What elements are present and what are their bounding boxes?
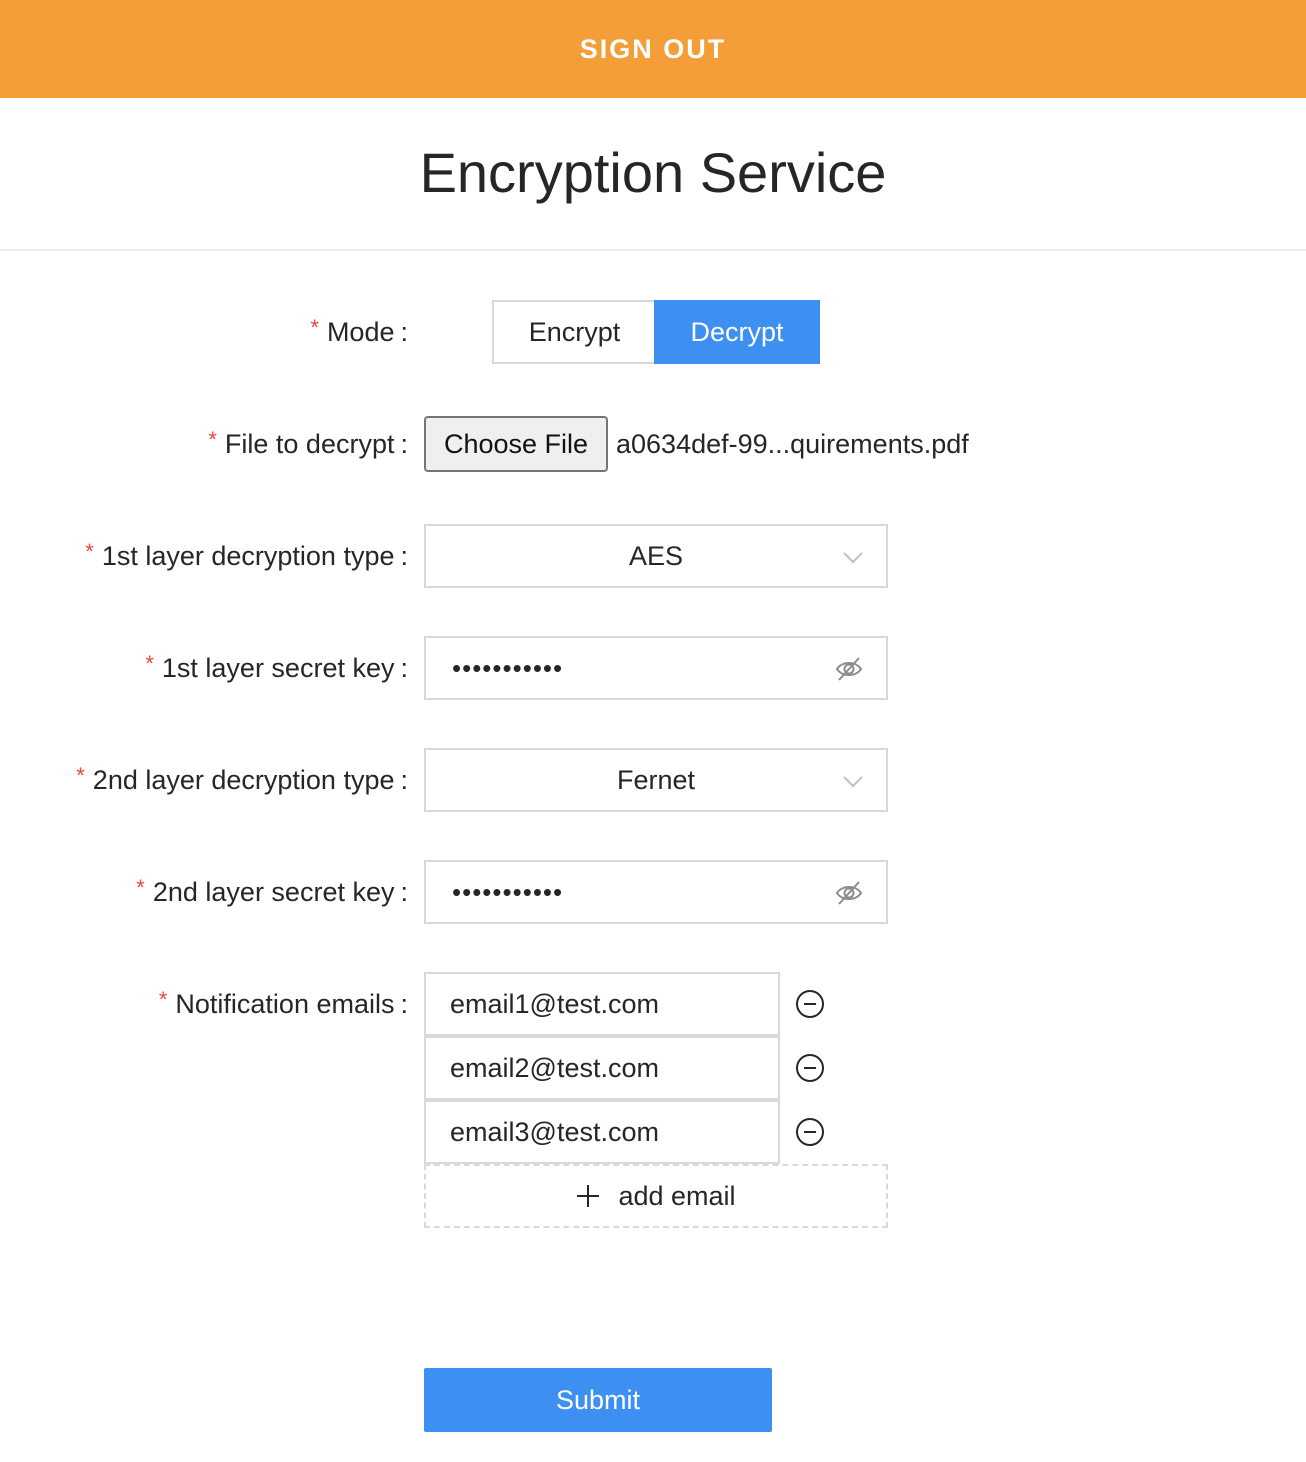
required-mark: * (76, 763, 85, 788)
colon: : (400, 876, 408, 907)
layer2-type-label-text: 2nd layer decryption type (92, 764, 395, 795)
layer1-type-value: AES (628, 540, 684, 571)
choose-file-button[interactable]: Choose File (424, 416, 608, 472)
colon: : (400, 316, 408, 347)
layer1-key-value: ••••••••••• (452, 652, 564, 683)
required-mark: * (208, 427, 217, 452)
layer2-key-label: * 2nd layer secret key : (136, 860, 408, 924)
colon: : (400, 764, 408, 795)
colon: : (400, 652, 408, 683)
sign-out-button[interactable]: SIGN OUT (580, 34, 727, 65)
layer1-type-label: * 1st layer decryption type : (85, 524, 408, 588)
plus-icon (577, 1185, 600, 1207)
required-mark: * (136, 875, 145, 900)
emails-label: * Notification emails : (159, 972, 408, 1036)
layer1-type-select[interactable]: AES (424, 524, 888, 588)
minus-circle-icon[interactable] (795, 1117, 825, 1147)
eye-invisible-icon[interactable] (834, 654, 864, 684)
layer1-key-label: * 1st layer secret key : (145, 636, 408, 700)
top-bar: SIGN OUT (0, 0, 1306, 98)
required-mark: * (85, 539, 94, 564)
email-input-1[interactable]: email1@test.com (424, 972, 780, 1036)
file-label: * File to decrypt : (208, 412, 408, 476)
colon: : (400, 988, 408, 1019)
chevron-down-icon (843, 776, 863, 788)
layer2-key-value: ••••••••••• (452, 876, 564, 907)
colon: : (400, 540, 408, 571)
add-email-button[interactable]: add email (424, 1164, 888, 1228)
email-input-3[interactable]: email3@test.com (424, 1100, 780, 1164)
colon: : (400, 428, 408, 459)
mode-decrypt-option[interactable]: Decrypt (654, 300, 820, 364)
chevron-down-icon (843, 552, 863, 564)
layer2-key-label-text: 2nd layer secret key (152, 876, 395, 907)
required-mark: * (158, 987, 168, 1012)
layer1-key-label-text: 1st layer secret key (161, 652, 395, 683)
mode-label: * Mode : (310, 300, 408, 364)
mode-encrypt-option[interactable]: Encrypt (492, 300, 655, 364)
layer1-key-input[interactable]: ••••••••••• (424, 636, 888, 700)
minus-circle-icon[interactable] (795, 989, 825, 1019)
required-mark: * (310, 315, 319, 340)
email-input-2[interactable]: email2@test.com (424, 1036, 780, 1100)
layer2-type-label: * 2nd layer decryption type : (76, 748, 408, 812)
divider (0, 249, 1306, 251)
add-email-label: add email (618, 1180, 736, 1211)
layer2-type-value: Fernet (616, 764, 696, 795)
page-title: Encryption Service (419, 141, 887, 204)
mode-label-text: Mode (326, 316, 395, 347)
submit-button[interactable]: Submit (424, 1368, 772, 1432)
file-label-text: File to decrypt (224, 428, 395, 459)
emails-label-text: Notification emails (175, 988, 395, 1019)
selected-file-name: a0634def-99...quirements.pdf (616, 428, 969, 459)
layer1-type-label-text: 1st layer decryption type (101, 540, 395, 571)
layer2-type-select[interactable]: Fernet (424, 748, 888, 812)
minus-circle-icon[interactable] (795, 1053, 825, 1083)
eye-invisible-icon[interactable] (834, 878, 864, 908)
layer2-key-input[interactable]: ••••••••••• (424, 860, 888, 924)
required-mark: * (145, 651, 154, 676)
